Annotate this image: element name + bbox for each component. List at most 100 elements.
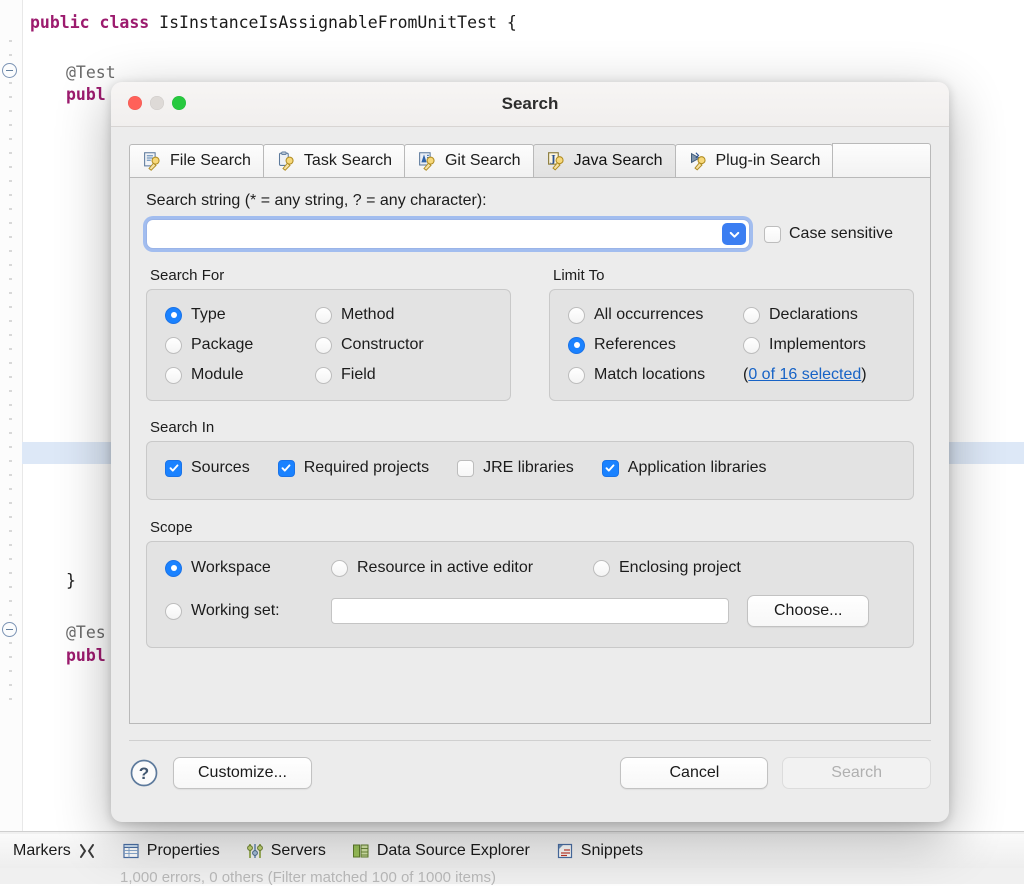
scope-title: Scope xyxy=(150,519,914,536)
search-button[interactable]: Search xyxy=(782,757,931,789)
radio-type-indicator[interactable] xyxy=(165,307,182,324)
customize-button[interactable]: Customize... xyxy=(173,757,312,789)
radio-module[interactable]: Module xyxy=(165,366,315,384)
gutter-ruler xyxy=(9,40,12,800)
fold-toggle-icon[interactable] xyxy=(2,63,17,78)
java-search-page: Search string (* = any string, ? = any c… xyxy=(129,178,931,724)
bottom-view-bar: Markers Properties xyxy=(0,831,1024,884)
radio-constructor-indicator[interactable] xyxy=(315,337,332,354)
checkbox-required-projects[interactable]: Required projects xyxy=(278,459,429,477)
case-sensitive-label: Case sensitive xyxy=(789,225,893,243)
scope-group: Scope Workspace Resource in active edito… xyxy=(146,519,914,648)
svg-text:J: J xyxy=(550,153,556,164)
case-sensitive-checkbox[interactable] xyxy=(764,226,781,243)
paren-close: ) xyxy=(861,366,866,384)
search-history-dropdown-button[interactable] xyxy=(722,223,746,245)
search-for-title: Search For xyxy=(150,267,511,284)
search-dialog[interactable]: Search File Search xyxy=(111,82,949,822)
editor-gutter[interactable] xyxy=(0,0,23,838)
servers-icon xyxy=(246,842,264,860)
task-search-icon xyxy=(276,151,297,172)
radio-label: References xyxy=(594,336,676,354)
checkbox-application-libraries[interactable]: Application libraries xyxy=(602,459,767,477)
radio-label: Implementors xyxy=(769,336,866,354)
radio-constructor[interactable]: Constructor xyxy=(315,336,492,354)
search-input[interactable] xyxy=(153,220,715,250)
radio-all-occurrences-indicator[interactable] xyxy=(568,307,585,324)
checkbox-jre-libraries-indicator[interactable] xyxy=(457,460,474,477)
tab-task-search[interactable]: Task Search xyxy=(263,144,405,177)
bottom-tab-servers[interactable]: Servers xyxy=(233,834,339,868)
snippets-icon xyxy=(556,842,574,860)
radio-label: Method xyxy=(341,306,394,324)
bottom-tab-properties[interactable]: Properties xyxy=(109,834,233,868)
plugin-search-icon xyxy=(688,151,709,172)
help-button[interactable]: ? xyxy=(129,758,159,788)
chevron-down-icon xyxy=(728,228,741,241)
radio-resource-in-active-editor-indicator[interactable] xyxy=(331,560,348,577)
checkbox-jre-libraries[interactable]: JRE libraries xyxy=(457,459,574,477)
bottom-tab-data-source-explorer[interactable]: Data Source Explorer xyxy=(339,834,543,868)
radio-module-indicator[interactable] xyxy=(165,367,182,384)
search-string-combo[interactable] xyxy=(146,219,750,249)
tab-file-search[interactable]: File Search xyxy=(129,144,264,177)
bottom-view-tabs[interactable]: Markers Properties xyxy=(0,834,1024,868)
checkbox-label: Application libraries xyxy=(628,459,767,477)
code-line: @Test xyxy=(66,62,116,84)
bottom-tab-label: Snippets xyxy=(581,842,643,860)
radio-references-indicator[interactable] xyxy=(568,337,585,354)
radio-method-indicator[interactable] xyxy=(315,307,332,324)
scope-box: Workspace Resource in active editor Encl… xyxy=(146,541,914,648)
match-locations-link-row[interactable]: ( 0 of 16 selected ) xyxy=(743,366,895,384)
bottom-tab-snippets[interactable]: Snippets xyxy=(543,834,656,868)
dialog-titlebar[interactable]: Search xyxy=(111,82,949,127)
code-keyword: public xyxy=(30,13,100,32)
working-set-input[interactable] xyxy=(331,598,729,624)
radio-type[interactable]: Type xyxy=(165,306,315,324)
match-locations-link[interactable]: 0 of 16 selected xyxy=(748,366,861,384)
radio-method[interactable]: Method xyxy=(315,306,492,324)
checkbox-required-projects-indicator[interactable] xyxy=(278,460,295,477)
checkbox-application-libraries-indicator[interactable] xyxy=(602,460,619,477)
radio-declarations-indicator[interactable] xyxy=(743,307,760,324)
radio-match-locations[interactable]: Match locations xyxy=(568,366,743,384)
radio-working-set-indicator[interactable] xyxy=(165,603,182,620)
radio-references[interactable]: References xyxy=(568,336,743,354)
tab-label: Plug-in Search xyxy=(716,152,821,170)
checkbox-label: Required projects xyxy=(304,459,429,477)
case-sensitive-option[interactable]: Case sensitive xyxy=(764,225,893,243)
radio-resource-in-active-editor[interactable]: Resource in active editor xyxy=(331,559,593,577)
radio-label: Resource in active editor xyxy=(357,559,533,577)
radio-enclosing-project[interactable]: Enclosing project xyxy=(593,559,741,577)
radio-workspace-indicator[interactable] xyxy=(165,560,182,577)
radio-match-locations-indicator[interactable] xyxy=(568,367,585,384)
choose-button[interactable]: Choose... xyxy=(747,595,869,627)
radio-implementors-indicator[interactable] xyxy=(743,337,760,354)
limit-to-box: All occurrences Declarations References … xyxy=(549,289,914,401)
tab-java-search[interactable]: J Java Search xyxy=(533,144,676,177)
radio-field-indicator[interactable] xyxy=(315,367,332,384)
search-tabs[interactable]: File Search Task Search xyxy=(129,143,931,178)
checkbox-sources-indicator[interactable] xyxy=(165,460,182,477)
radio-package[interactable]: Package xyxy=(165,336,315,354)
radio-package-indicator[interactable] xyxy=(165,337,182,354)
radio-field[interactable]: Field xyxy=(315,366,492,384)
tab-plugin-search[interactable]: Plug-in Search xyxy=(675,144,834,177)
checkbox-sources[interactable]: Sources xyxy=(165,459,250,477)
radio-working-set[interactable]: Working set: xyxy=(165,602,331,620)
fold-toggle-icon[interactable] xyxy=(2,622,17,637)
radio-enclosing-project-indicator[interactable] xyxy=(593,560,610,577)
code-line: publ xyxy=(66,645,106,667)
data-source-explorer-icon xyxy=(352,842,370,860)
search-in-box: Sources Required projects JRE libraries xyxy=(146,441,914,500)
radio-label: All occurrences xyxy=(594,306,703,324)
cancel-button[interactable]: Cancel xyxy=(620,757,768,789)
radio-implementors[interactable]: Implementors xyxy=(743,336,895,354)
tab-git-search[interactable]: Git Search xyxy=(404,144,534,177)
status-text: 1,000 errors, 0 others (Filter matched 1… xyxy=(0,869,1024,886)
radio-all-occurrences[interactable]: All occurrences xyxy=(568,306,743,324)
tab-label: Git Search xyxy=(445,152,521,170)
bottom-tab-markers[interactable]: Markers xyxy=(0,834,109,868)
radio-workspace[interactable]: Workspace xyxy=(165,559,331,577)
radio-declarations[interactable]: Declarations xyxy=(743,306,895,324)
